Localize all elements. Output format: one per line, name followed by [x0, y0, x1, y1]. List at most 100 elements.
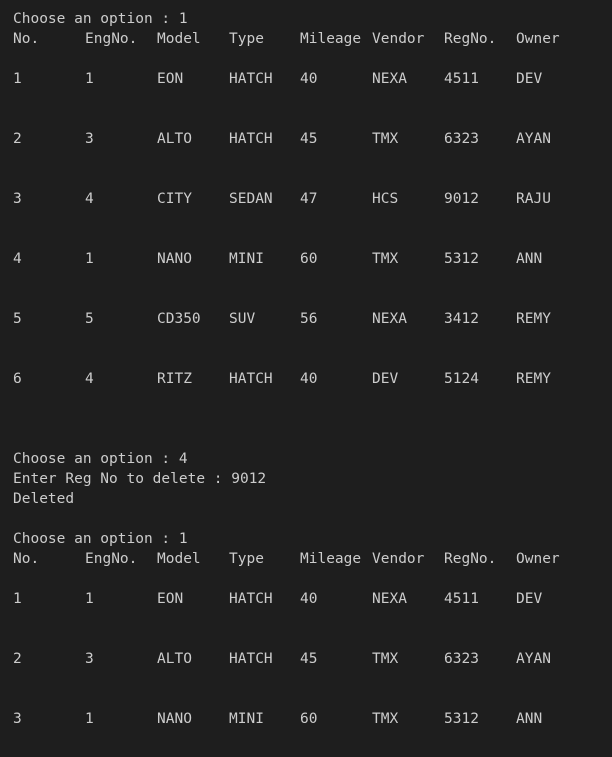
header-vendor: Vendor: [372, 31, 425, 47]
cell-regno: 4511: [444, 71, 479, 87]
cell-vendor: NEXA: [372, 591, 407, 607]
cell-mileage: 56: [300, 311, 318, 327]
cell-model: NANO: [157, 251, 192, 267]
cell-type: HATCH: [229, 651, 273, 667]
table-row: 5 5 CD350 SUV 56 NEXA 3412 REMY: [0, 309, 612, 329]
cell-type: HATCH: [229, 131, 273, 147]
cell-no: 6: [13, 371, 22, 387]
cell-engno: 5: [85, 311, 94, 327]
cell-owner: AYAN: [516, 651, 551, 667]
table-row: 2 3 ALTO HATCH 45 TMX 6323 AYAN: [0, 649, 612, 669]
cell-engno: 4: [85, 191, 94, 207]
table-row: 3 4 CITY SEDAN 47 HCS 9012 RAJU: [0, 189, 612, 209]
table-header: No. EngNo. Model Type Mileage Vendor Reg…: [0, 549, 612, 569]
cell-no: 5: [13, 311, 22, 327]
cell-no: 4: [13, 251, 22, 267]
cell-type: MINI: [229, 711, 264, 727]
cell-vendor: TMX: [372, 131, 399, 147]
cell-model: RITZ: [157, 371, 192, 387]
cell-engno: 1: [85, 711, 94, 727]
cell-model: EON: [157, 591, 184, 607]
cell-mileage: 40: [300, 71, 318, 87]
cell-type: HATCH: [229, 591, 273, 607]
cell-model: CITY: [157, 191, 192, 207]
table-row: 1 1 EON HATCH 40 NEXA 4511 DEV: [0, 589, 612, 609]
cell-mileage: 60: [300, 251, 318, 267]
cell-regno: 6323: [444, 651, 479, 667]
cell-owner: RAJU: [516, 191, 551, 207]
cell-regno: 9012: [444, 191, 479, 207]
header-regno: RegNo.: [444, 31, 497, 47]
cell-model: ALTO: [157, 131, 192, 147]
cell-owner: REMY: [516, 371, 551, 387]
table-row: 1 1 EON HATCH 40 NEXA 4511 DEV: [0, 69, 612, 89]
cell-engno: 1: [85, 591, 94, 607]
header-regno: RegNo.: [444, 551, 497, 567]
cell-engno: 3: [85, 131, 94, 147]
cell-model: EON: [157, 71, 184, 87]
table-header: No. EngNo. Model Type Mileage Vendor Reg…: [0, 29, 612, 49]
cell-no: 2: [13, 131, 22, 147]
delete-input-line: Enter Reg No to delete : 9012: [13, 471, 267, 487]
cell-owner: DEV: [516, 591, 543, 607]
cell-no: 1: [13, 71, 22, 87]
table-row: 6 4 RITZ HATCH 40 DEV 5124 REMY: [0, 369, 612, 389]
menu-prompt: Choose an option : 1: [13, 531, 188, 547]
menu-prompt: Choose an option : 1: [13, 11, 188, 27]
header-engno: EngNo.: [85, 551, 138, 567]
cell-regno: 3412: [444, 311, 479, 327]
table-row: 3 1 NANO MINI 60 TMX 5312 ANN: [0, 709, 612, 729]
cell-regno: 5124: [444, 371, 479, 387]
header-no: No.: [13, 551, 40, 567]
cell-vendor: TMX: [372, 711, 399, 727]
cell-mileage: 60: [300, 711, 318, 727]
cell-vendor: TMX: [372, 651, 399, 667]
cell-vendor: NEXA: [372, 71, 407, 87]
menu-prompt: Choose an option : 4: [13, 451, 188, 467]
cell-mileage: 45: [300, 131, 318, 147]
cell-owner: ANN: [516, 711, 543, 727]
cell-model: CD350: [157, 311, 201, 327]
header-model: Model: [157, 551, 201, 567]
cell-no: 1: [13, 591, 22, 607]
cell-model: NANO: [157, 711, 192, 727]
cell-owner: DEV: [516, 71, 543, 87]
header-model: Model: [157, 31, 201, 47]
cell-vendor: NEXA: [372, 311, 407, 327]
table-row: 2 3 ALTO HATCH 45 TMX 6323 AYAN: [0, 129, 612, 149]
cell-no: 3: [13, 711, 22, 727]
cell-mileage: 40: [300, 371, 318, 387]
cell-type: MINI: [229, 251, 264, 267]
cell-model: ALTO: [157, 651, 192, 667]
header-engno: EngNo.: [85, 31, 138, 47]
cell-no: 2: [13, 651, 22, 667]
cell-type: SEDAN: [229, 191, 273, 207]
cell-engno: 1: [85, 251, 94, 267]
header-mileage: Mileage: [300, 551, 362, 567]
cell-type: HATCH: [229, 371, 273, 387]
cell-engno: 3: [85, 651, 94, 667]
cell-owner: ANN: [516, 251, 543, 267]
cell-engno: 4: [85, 371, 94, 387]
header-owner: Owner: [516, 551, 560, 567]
cell-type: SUV: [229, 311, 256, 327]
cell-regno: 5312: [444, 251, 479, 267]
header-mileage: Mileage: [300, 31, 362, 47]
cell-owner: AYAN: [516, 131, 551, 147]
cell-vendor: DEV: [372, 371, 399, 387]
cell-owner: REMY: [516, 311, 551, 327]
header-type: Type: [229, 551, 264, 567]
delete-result: Deleted: [13, 491, 75, 507]
cell-regno: 6323: [444, 131, 479, 147]
cell-mileage: 45: [300, 651, 318, 667]
cell-vendor: HCS: [372, 191, 399, 207]
terminal-output: Choose an option : 1 No. EngNo. Model Ty…: [0, 0, 612, 757]
cell-no: 3: [13, 191, 22, 207]
header-type: Type: [229, 31, 264, 47]
cell-regno: 4511: [444, 591, 479, 607]
cell-type: HATCH: [229, 71, 273, 87]
table-row: 4 1 NANO MINI 60 TMX 5312 ANN: [0, 249, 612, 269]
header-vendor: Vendor: [372, 551, 425, 567]
cell-engno: 1: [85, 71, 94, 87]
cell-regno: 5312: [444, 711, 479, 727]
